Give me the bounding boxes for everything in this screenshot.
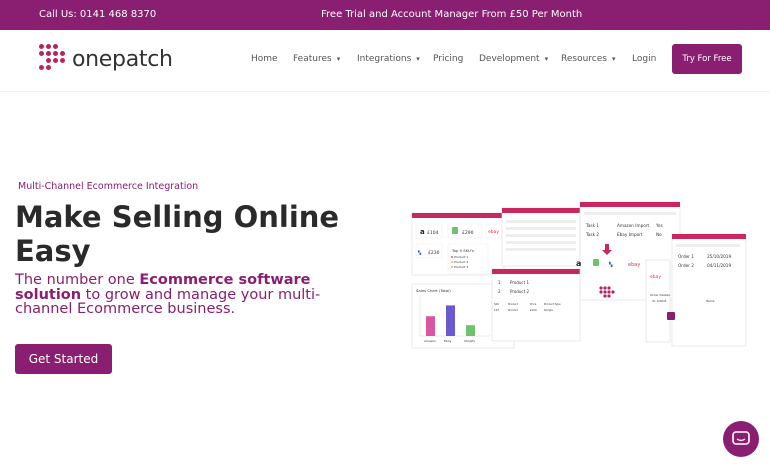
- ebay-icon: ebay: [628, 262, 640, 268]
- nav-label: Login: [632, 54, 657, 64]
- chevron-down-icon: ▾: [336, 55, 341, 63]
- th-product: Product: [508, 302, 518, 306]
- shopify-icon: [593, 259, 599, 266]
- get-started-button[interactable]: Get Started: [15, 344, 112, 374]
- product-name-1: Product 1: [510, 280, 529, 285]
- sales-bar-label: Ebay: [444, 339, 452, 343]
- order-2-name: Order 2: [678, 263, 694, 268]
- sales-bar: [466, 325, 475, 336]
- logo[interactable]: onepatch: [38, 42, 173, 76]
- order-2-date: 04/11/2019: [707, 263, 731, 268]
- chat-icon: [732, 431, 750, 445]
- th-type: Product Type: [544, 302, 561, 306]
- sku-1: Product 1: [454, 255, 468, 259]
- ebay-icon: ebay: [488, 229, 499, 235]
- order-1-date: 25/10/2019: [707, 254, 731, 259]
- order-items-title: Items: [706, 299, 715, 303]
- nav-resources[interactable]: Resources ▾: [561, 54, 615, 64]
- hero-eyebrow: Multi-Channel Ecommerce Integration: [18, 181, 199, 192]
- task-1-name: Task 1: [585, 223, 599, 228]
- th-sku: SKU: [494, 302, 499, 306]
- sales-bar-label: Amazon: [424, 339, 436, 343]
- td-product: Product: [508, 308, 518, 312]
- td-price: £100: [530, 308, 537, 312]
- price-3: £230: [428, 250, 440, 256]
- nav-home[interactable]: Home: [251, 54, 278, 64]
- phone-number[interactable]: Call Us: 0141 468 8370: [39, 9, 156, 20]
- marketplace-card: a £104 £290 ebay ▚ £230 Top 5 SKU's Prod…: [411, 212, 505, 276]
- amazon-icon: a: [576, 259, 581, 268]
- task-2-value: Ebay Import: [617, 232, 643, 237]
- sku-3: Product 3: [454, 265, 468, 269]
- hero-headline: Make Selling Online Easy: [15, 200, 340, 268]
- th-price: Price: [530, 302, 537, 306]
- shopify-icon: [452, 227, 458, 234]
- task-1-value: Amazon Import: [617, 223, 650, 228]
- nav-login[interactable]: Login: [632, 54, 656, 64]
- sku-2: Product 2: [454, 260, 468, 264]
- sales-bar-label: Shopify: [464, 339, 475, 343]
- ebay-icon: ebay: [650, 274, 661, 280]
- task-1-status: Yes: [655, 223, 663, 228]
- sales-bar: [446, 305, 455, 336]
- hero-subtitle: The number one Ecommerce software soluti…: [15, 273, 375, 317]
- nav-label: Home: [251, 54, 278, 64]
- nav-label: Integrations: [357, 54, 412, 64]
- dashboard-illustration: a £104 £290 ebay ▚ £230 Top 5 SKU's Prod…: [411, 201, 747, 349]
- sales-chart-title: Sales Chart (Total): [416, 288, 451, 293]
- nav-label: Development: [479, 54, 540, 64]
- try-for-free-button[interactable]: Try For Free: [672, 44, 742, 74]
- product-name-2: Product 2: [510, 289, 529, 294]
- logo-wordmark: onepatch: [72, 46, 173, 72]
- chat-button[interactable]: [723, 421, 759, 457]
- promo-text: Free Trial and Account Manager From £50 …: [321, 9, 583, 20]
- nav-features[interactable]: Features ▾: [293, 54, 340, 64]
- task-2-status: No: [656, 232, 662, 237]
- task-2-name: Task 2: [585, 232, 599, 237]
- product-list-card: 1 Product 1 2 Product 2 SKU Product Pric…: [491, 268, 581, 342]
- order-id: ID: 123645: [652, 299, 667, 303]
- chevron-down-icon: ▾: [416, 55, 420, 63]
- logo-dots-icon: [38, 42, 72, 76]
- top-bar: Call Us: 0141 468 8370 Free Trial and Ac…: [0, 0, 770, 30]
- price-1: £104: [427, 230, 439, 236]
- bigcommerce-icon: ▚: [608, 261, 613, 268]
- nav-label: Pricing: [433, 54, 464, 64]
- products-card: [501, 207, 581, 267]
- shopping-bag-icon: [667, 312, 675, 320]
- top-skus-title: Top 5 SKU's: [451, 248, 474, 253]
- nav-label: Resources: [561, 54, 607, 64]
- amazon-icon: a: [420, 228, 425, 236]
- order-1-name: Order 1: [678, 254, 694, 259]
- order-details-title: Order Details: [650, 293, 670, 297]
- td-sku: 123: [494, 308, 499, 312]
- nav-integrations[interactable]: Integrations ▾: [357, 54, 420, 64]
- td-type: Simple: [544, 308, 553, 312]
- chevron-down-icon: ▾: [544, 55, 549, 63]
- nav-development[interactable]: Development ▾: [479, 54, 548, 64]
- chevron-down-icon: ▾: [611, 55, 616, 63]
- nav-pricing[interactable]: Pricing: [433, 54, 463, 64]
- nav-label: Features: [293, 54, 332, 64]
- price-2: £290: [462, 230, 474, 236]
- site-header: onepatch Home Features ▾ Integrations ▾ Pr…: [0, 30, 770, 92]
- sales-bar: [426, 316, 435, 336]
